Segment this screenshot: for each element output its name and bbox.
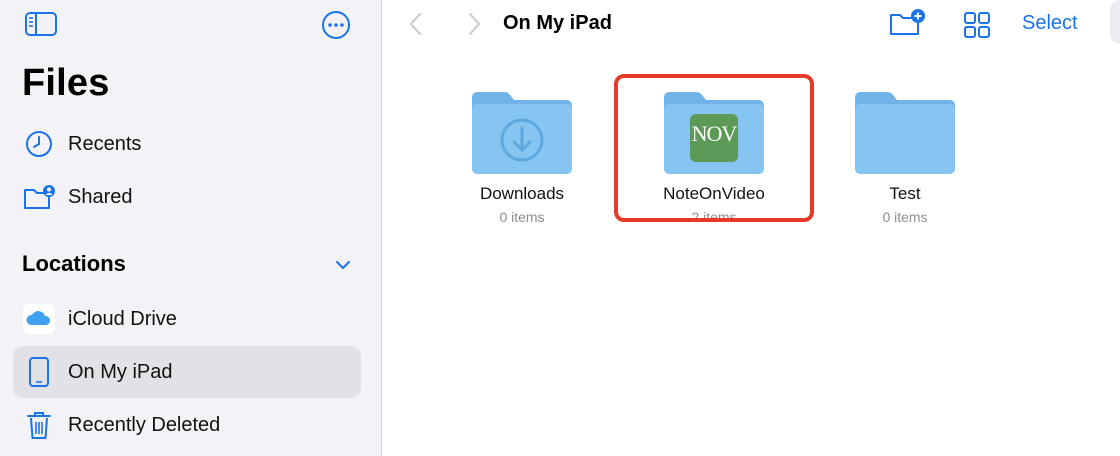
sidebar: Files Recents Shared Locations iCloud Dr…	[0, 0, 382, 456]
search-field-edge[interactable]	[1110, 0, 1120, 44]
folder-name: Downloads	[479, 184, 565, 203]
page-title: On My iPad	[503, 12, 612, 34]
sidebar-item-icloud-drive[interactable]: iCloud Drive	[13, 293, 361, 345]
folder-test[interactable]: Test 0 items	[835, 90, 975, 230]
trash-icon	[27, 412, 51, 439]
new-folder-icon[interactable]	[888, 8, 926, 38]
chevron-down-icon[interactable]	[333, 257, 353, 273]
sidebar-title: Files	[22, 62, 110, 104]
folder-downloads[interactable]: Downloads 0 items	[452, 90, 592, 230]
more-options-icon[interactable]	[321, 10, 351, 40]
folder-item-count: 0 items	[499, 209, 545, 225]
grid-view-icon[interactable]	[962, 10, 992, 40]
folder-item-count: 0 items	[882, 209, 928, 225]
folder-icon	[472, 92, 572, 174]
sidebar-toggle-icon[interactable]	[24, 10, 58, 38]
sidebar-item-recently-deleted[interactable]: Recently Deleted	[13, 399, 361, 451]
sidebar-item-on-my-ipad[interactable]: On My iPad	[13, 346, 361, 398]
folder-icon	[855, 92, 955, 174]
sidebar-item-label: Shared	[68, 186, 133, 208]
sidebar-item-label: iCloud Drive	[68, 308, 177, 330]
sidebar-item-recents[interactable]: Recents	[13, 118, 361, 170]
sidebar-item-label: On My iPad	[68, 361, 173, 383]
ipad-icon	[29, 357, 49, 387]
clock-icon	[26, 131, 52, 157]
highlight-box	[614, 74, 814, 222]
icloud-icon	[23, 304, 55, 334]
shared-folder-icon	[24, 185, 55, 209]
sidebar-item-shared[interactable]: Shared	[13, 171, 361, 223]
forward-chevron-icon[interactable]	[464, 10, 484, 38]
sidebar-item-label: Recents	[68, 133, 142, 155]
sidebar-item-label: Recently Deleted	[68, 414, 221, 436]
locations-header[interactable]: Locations	[22, 251, 126, 277]
folder-name: Test	[889, 184, 921, 203]
select-button[interactable]: Select	[1022, 12, 1078, 35]
back-chevron-icon[interactable]	[406, 10, 426, 38]
main-content: On My iPad Select Downloads 0 items NOV …	[382, 0, 1120, 456]
